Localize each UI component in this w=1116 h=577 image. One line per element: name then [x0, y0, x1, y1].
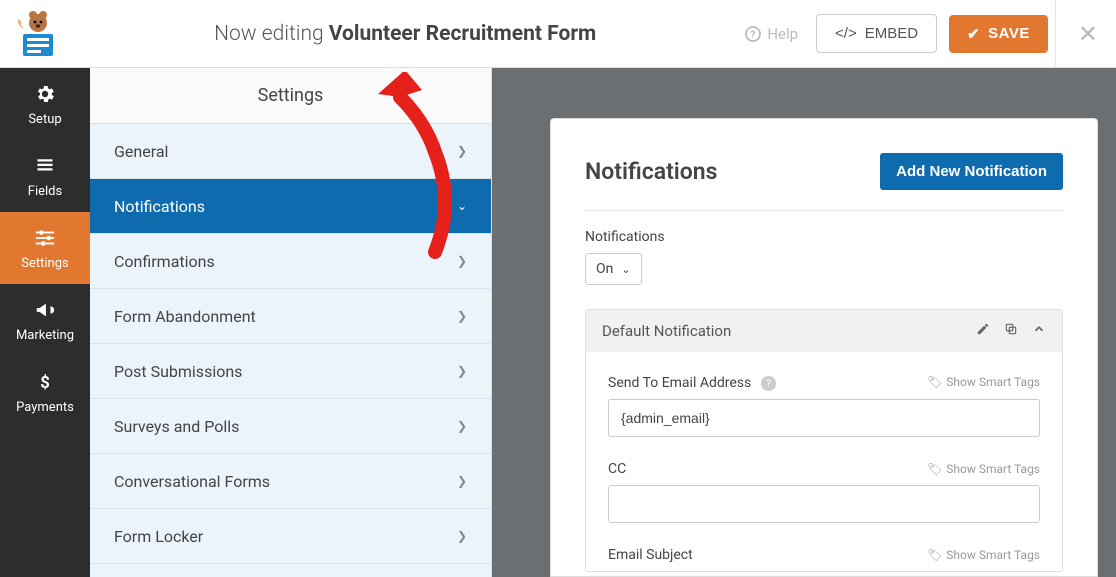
settings-surveys-polls[interactable]: Surveys and Polls❯: [90, 399, 491, 454]
bullhorn-icon: [33, 298, 57, 322]
gear-icon: [33, 82, 57, 106]
tag-icon: 🏷: [927, 548, 942, 562]
settings-subpanel: Settings General❯ Notifications⌄ Confirm…: [90, 68, 492, 577]
nav-payments[interactable]: $ Payments: [0, 356, 90, 428]
help-icon[interactable]: ?: [761, 376, 776, 391]
title-prefix: Now editing: [214, 22, 324, 46]
send-to-input[interactable]: [608, 399, 1040, 437]
main-content: Notifications Add New Notification Notif…: [492, 68, 1116, 577]
nav-settings[interactable]: Settings: [0, 212, 90, 284]
help-link[interactable]: ? Help: [745, 25, 798, 43]
nav-setup[interactable]: Setup: [0, 68, 90, 140]
wpforms-logo: [10, 9, 65, 59]
smart-tags-link[interactable]: 🏷 Show Smart Tags: [927, 548, 1040, 562]
list-icon: [33, 154, 57, 178]
notifications-toggle[interactable]: On ⌄: [585, 253, 642, 285]
notification-name: Default Notification: [602, 322, 731, 340]
tag-icon: 🏷: [927, 462, 942, 476]
check-icon: ✔: [967, 25, 980, 43]
cc-label: CC: [608, 461, 626, 477]
embed-button[interactable]: </> EMBED: [816, 14, 937, 53]
settings-general[interactable]: General❯: [90, 124, 491, 179]
notification-header[interactable]: Default Notification: [586, 310, 1062, 352]
chevron-down-icon: ⌄: [457, 199, 467, 213]
code-icon: </>: [835, 25, 857, 42]
settings-form-locker[interactable]: Form Locker❯: [90, 509, 491, 564]
dollar-icon: $: [33, 370, 57, 394]
settings-form-abandonment[interactable]: Form Abandonment❯: [90, 289, 491, 344]
edit-icon[interactable]: [976, 322, 990, 340]
chevron-right-icon: ❯: [457, 144, 467, 158]
card-title: Notifications: [585, 158, 717, 185]
chevron-right-icon: ❯: [457, 254, 467, 268]
settings-notifications[interactable]: Notifications⌄: [90, 179, 491, 234]
chevron-up-icon[interactable]: [1032, 322, 1046, 340]
main-nav: Setup Fields Settings Marketing $ Paymen…: [0, 68, 90, 577]
chevron-right-icon: ❯: [457, 474, 467, 488]
sliders-icon: [33, 226, 57, 250]
topbar: Now editing Volunteer Recruitment Form ?…: [0, 0, 1116, 68]
cc-input[interactable]: [608, 485, 1040, 523]
form-name: Volunteer Recruitment Form: [329, 22, 596, 46]
svg-text:?: ?: [751, 30, 756, 41]
nav-marketing[interactable]: Marketing: [0, 284, 90, 356]
svg-text:$: $: [40, 373, 50, 392]
notifications-toggle-label: Notifications: [585, 229, 1063, 245]
chevron-right-icon: ❯: [457, 364, 467, 378]
chevron-right-icon: ❯: [457, 419, 467, 433]
copy-icon[interactable]: [1004, 322, 1018, 340]
chevron-right-icon: ❯: [457, 309, 467, 323]
send-to-label: Send To Email Address: [608, 375, 751, 391]
subject-label: Email Subject: [608, 547, 693, 563]
page-title: Now editing Volunteer Recruitment Form: [77, 22, 733, 46]
save-button[interactable]: ✔ SAVE: [949, 15, 1048, 53]
settings-conversational-forms[interactable]: Conversational Forms❯: [90, 454, 491, 509]
nav-fields[interactable]: Fields: [0, 140, 90, 212]
tag-icon: 🏷: [927, 375, 942, 389]
chevron-down-icon: ⌄: [621, 263, 630, 276]
close-icon[interactable]: ✕: [1078, 20, 1098, 48]
chevron-right-icon: ❯: [457, 529, 467, 543]
settings-confirmations[interactable]: Confirmations❯: [90, 234, 491, 289]
smart-tags-link[interactable]: 🏷 Show Smart Tags: [927, 462, 1040, 476]
notifications-card: Notifications Add New Notification Notif…: [550, 118, 1098, 577]
subpanel-header: Settings: [90, 68, 491, 124]
notification-item: Default Notification Send To Email Addre…: [585, 309, 1063, 572]
add-notification-button[interactable]: Add New Notification: [880, 153, 1063, 190]
settings-post-submissions[interactable]: Post Submissions❯: [90, 344, 491, 399]
smart-tags-link[interactable]: 🏷 Show Smart Tags: [927, 375, 1040, 389]
